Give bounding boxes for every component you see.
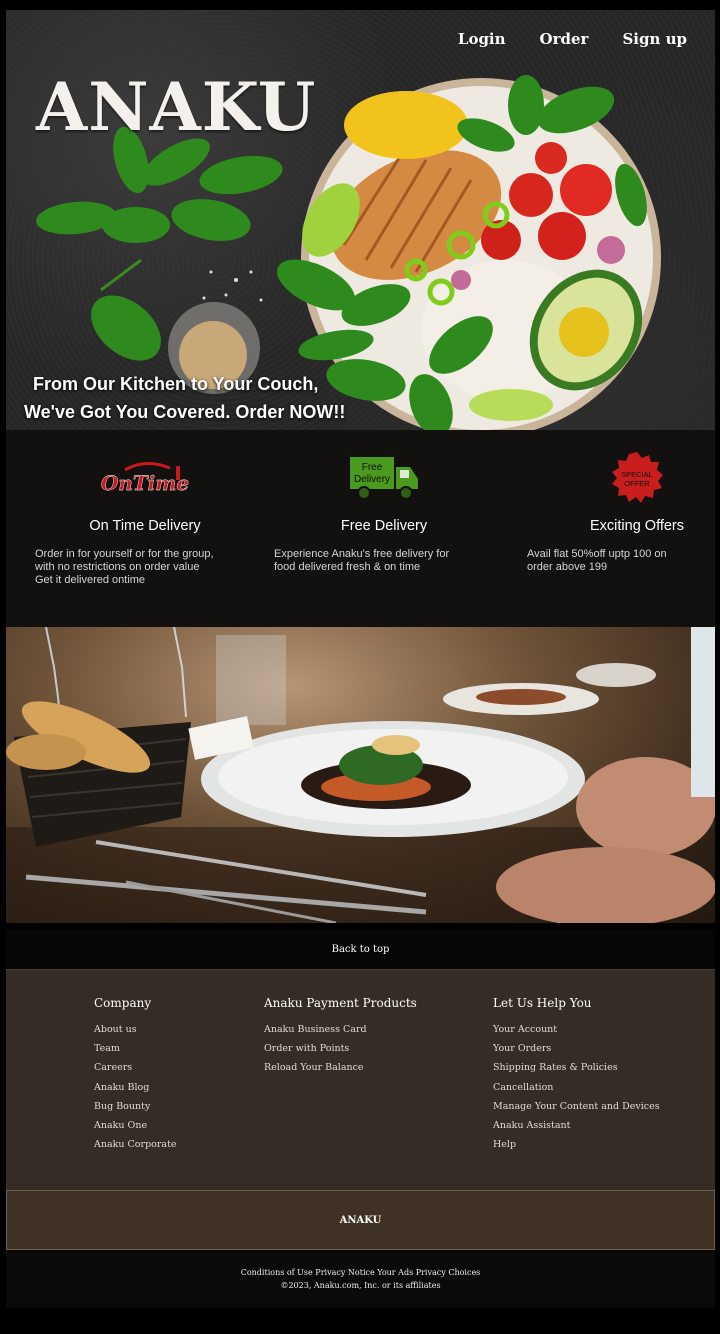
footer-link[interactable]: Reload Your Balance [264,1058,417,1077]
footer-link[interactable]: Anaku Blog [94,1078,177,1097]
footer-brand-bar: ANAKU [6,1190,715,1250]
footer-link[interactable]: Cancellation [493,1078,660,1097]
footer-link[interactable]: Your Account [493,1020,660,1039]
footer-link[interactable]: Anaku One [94,1116,177,1135]
badge-text-1: SPECIAL [621,470,653,479]
footer-link[interactable]: Bug Bounty [94,1097,177,1116]
truck-icon-text-1: Free [362,462,383,473]
feature-title: Exciting Offers [589,518,685,534]
footer-column-help: Let Us Help You Your Account Your Orders Sh… [493,996,660,1154]
footer-link[interactable]: Shipping Rates & Policies [493,1058,660,1077]
footer-column-heading: Company [94,996,152,1010]
feature-text: Order in for yourself or for the group, … [35,548,214,586]
footer-link[interactable]: Help [493,1135,660,1154]
restaurant-photo [6,627,715,923]
order-link[interactable]: Order [540,30,589,48]
features-section: OnTime On Time Delivery Order in for you… [6,430,715,627]
footer-column-heading: Anaku Payment Products [264,996,417,1010]
brand-logo[interactable]: ANAKU [36,68,316,146]
feature-text: Avail flat 50%off uptp 100 on order abov… [527,548,667,573]
footer-column-heading: Let Us Help You [493,996,592,1010]
badge-text-2: OFFER [624,479,650,488]
signup-link[interactable]: Sign up [622,30,687,48]
footer-link[interactable]: Order with Points [264,1039,417,1058]
feature-title: Free Delivery [340,518,428,534]
back-to-top-link[interactable]: Back to top [332,944,390,955]
feature-offers: SPECIAL OFFER Exciting Offers Avail flat… [527,448,720,574]
hero-tagline: From Our Kitchen to Your Couch, We've Go… [24,370,345,426]
ontime-icon-text: OnTime [101,471,189,495]
footer-link[interactable]: Anaku Corporate [94,1135,177,1154]
footer-link[interactable]: Manage Your Content and Devices [493,1097,660,1116]
top-nav: Login Order Sign up [458,30,687,48]
feature-text: Experience Anaku's free delivery for foo… [274,548,450,573]
tagline-line-1: From Our Kitchen to Your Couch, [33,374,319,394]
footer-link[interactable]: Team [94,1039,177,1058]
tagline-line-2: We've Got You Covered. Order NOW!! [24,402,346,422]
feature-ontime: OnTime On Time Delivery Order in for you… [35,448,255,587]
footer-link[interactable]: About us [94,1020,177,1039]
footer-link[interactable]: Your Orders [493,1039,660,1058]
legal-links[interactable]: Conditions of Use Privacy Notice Your Ad… [241,1266,481,1279]
feature-title: On Time Delivery [89,518,201,534]
truck-icon-text-2: Delivery [354,474,390,485]
copyright: ©2023, Anaku.com, Inc. or its affiliates [280,1281,441,1290]
footer-link[interactable]: Anaku Assistant [493,1116,660,1135]
footer-link[interactable]: Anaku Business Card [264,1020,417,1039]
footer-column-payment: Anaku Payment Products Anaku Business Car… [264,996,417,1078]
back-to-top-bar: Back to top [6,929,715,969]
footer-link[interactable]: Careers [94,1058,177,1077]
special-offer-badge-icon: SPECIAL OFFER [527,448,720,508]
feature-free-delivery: Free Delivery Free Delivery Experience A… [274,448,494,574]
footer-links: Company About us Team Careers Anaku Blog Bug … [6,969,715,1190]
footer-column-company: Company About us Team Careers Anaku Blog Bug … [94,996,177,1154]
footer-brand[interactable]: ANAKU [340,1215,382,1226]
footer-legal: Conditions of Use Privacy Notice Your Ad… [6,1250,715,1308]
truck-icon: Free Delivery [274,448,494,508]
login-link[interactable]: Login [458,30,506,48]
ontime-icon: OnTime [35,448,255,508]
hero-banner: Login Order Sign up ANAKU From Our Kitch… [6,10,715,430]
